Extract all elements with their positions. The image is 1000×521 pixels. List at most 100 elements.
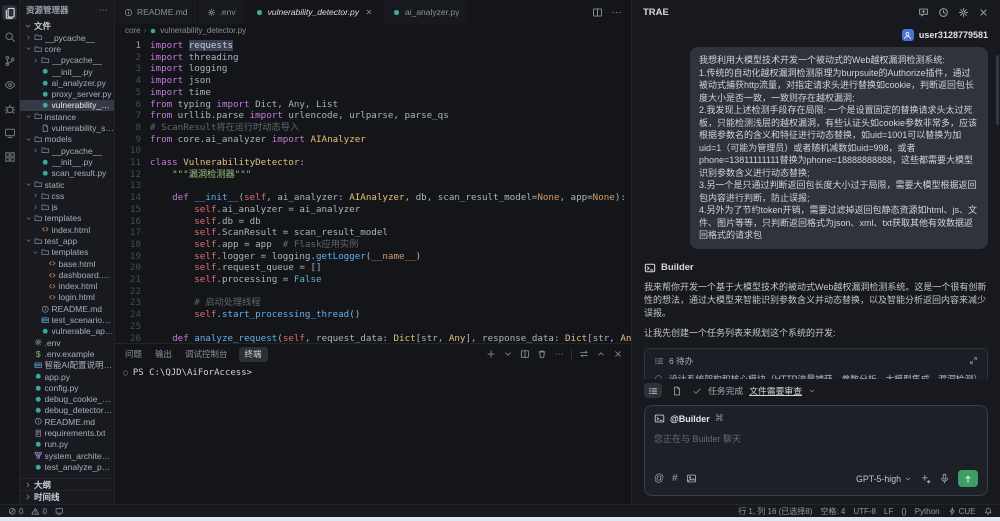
microphone-icon[interactable] bbox=[939, 473, 950, 484]
timeline-section-header[interactable]: 时间线 bbox=[20, 490, 114, 502]
terminal[interactable]: ○PS C:\QJD\AiForAccess> bbox=[115, 364, 631, 504]
status-item[interactable]: 0 bbox=[31, 507, 46, 516]
editor-tab[interactable]: README.md bbox=[115, 0, 198, 24]
status-item[interactable]: 空格: 4 bbox=[820, 506, 845, 517]
status-item[interactable]: {} bbox=[901, 507, 906, 516]
code-editor[interactable]: 1import requests2import threading3import… bbox=[115, 37, 631, 343]
tree-item[interactable]: vulnerable_app.py bbox=[20, 326, 114, 337]
tree-item[interactable]: app.py bbox=[20, 371, 114, 382]
tree-item[interactable]: 智能AI配置说明.md bbox=[20, 360, 114, 371]
builder-mention[interactable]: @Builder bbox=[670, 414, 710, 424]
tree-item[interactable]: ai_analyzer.py bbox=[20, 77, 114, 88]
sidebar-more-button[interactable] bbox=[98, 5, 108, 15]
chat-scrollbar[interactable] bbox=[996, 55, 999, 125]
trash-icon[interactable] bbox=[537, 349, 547, 359]
tree-item[interactable]: $.env.example bbox=[20, 348, 114, 359]
chat-plus-icon[interactable] bbox=[918, 7, 929, 18]
tree-item[interactable]: README.md bbox=[20, 303, 114, 314]
tree-item[interactable]: index.html bbox=[20, 224, 114, 235]
more-icon[interactable] bbox=[611, 7, 622, 18]
tree-item[interactable]: js bbox=[20, 201, 114, 212]
tree-item[interactable]: system_architecture_d... bbox=[20, 450, 114, 461]
tree-item[interactable]: static bbox=[20, 179, 114, 190]
activity-bar-item-screen[interactable] bbox=[2, 125, 17, 140]
tree-item[interactable]: login.html bbox=[20, 292, 114, 303]
tree-item[interactable]: __init__.py bbox=[20, 156, 114, 167]
tree-item[interactable]: __pycache__ bbox=[20, 145, 114, 156]
tree-item[interactable]: templates bbox=[20, 213, 114, 224]
editor-tab[interactable]: .env bbox=[198, 0, 246, 24]
status-item[interactable]: CUE bbox=[948, 507, 976, 516]
tree-item[interactable]: __pycache__ bbox=[20, 55, 114, 66]
sparkle-plus-icon[interactable] bbox=[920, 473, 931, 484]
tree-item[interactable]: requirements.txt bbox=[20, 427, 114, 438]
tree-item[interactable]: templates bbox=[20, 247, 114, 258]
tree-item[interactable]: test_analyze_paramet... bbox=[20, 461, 114, 472]
panel-tab[interactable]: 调试控制台 bbox=[183, 347, 230, 361]
activity-bar-item-eye[interactable] bbox=[2, 77, 17, 92]
status-item[interactable] bbox=[984, 507, 993, 516]
activity-bar-item-extensions[interactable] bbox=[2, 149, 17, 164]
tree-item[interactable]: css bbox=[20, 190, 114, 201]
tree-item[interactable]: proxy_server.py bbox=[20, 88, 114, 99]
tree-item[interactable]: run.py bbox=[20, 439, 114, 450]
chat-input[interactable]: 您正在与 Builder 聊天 bbox=[654, 432, 978, 470]
status-item[interactable] bbox=[55, 507, 64, 516]
swap-icon[interactable] bbox=[579, 349, 589, 359]
status-item[interactable]: LF bbox=[884, 507, 893, 516]
breadcrumb[interactable]: core›vulnerability_detector.py bbox=[115, 24, 631, 37]
close-icon[interactable] bbox=[365, 8, 373, 16]
tree-item[interactable]: dashboard.html bbox=[20, 269, 114, 280]
status-item[interactable]: 0 bbox=[8, 507, 23, 516]
panel-tab[interactable]: 终端 bbox=[239, 347, 268, 362]
files-section-header[interactable]: 文件 bbox=[20, 20, 114, 32]
activity-bar-item-bug[interactable] bbox=[2, 101, 17, 116]
context-button[interactable]: # bbox=[672, 473, 678, 484]
expand-icon[interactable] bbox=[969, 356, 978, 365]
document-button[interactable] bbox=[668, 383, 686, 398]
gear-icon[interactable] bbox=[958, 7, 969, 18]
more-icon[interactable] bbox=[554, 349, 564, 359]
activity-bar-item-search[interactable] bbox=[2, 29, 17, 44]
tree-item[interactable]: vulnerability_scann... bbox=[20, 122, 114, 133]
review-files-link[interactable]: 文件需要审查 bbox=[749, 384, 802, 397]
tree-item[interactable]: core bbox=[20, 43, 114, 54]
tree-item[interactable]: __pycache__ bbox=[20, 32, 114, 43]
outline-section-header[interactable]: 大纲 bbox=[20, 478, 114, 490]
tree-item[interactable]: __init__.py bbox=[20, 66, 114, 77]
panel-tab[interactable]: 输出 bbox=[153, 347, 174, 361]
split-icon[interactable] bbox=[520, 349, 530, 359]
panel-tab[interactable]: 问题 bbox=[123, 347, 144, 361]
tree-item[interactable]: vulnerability_detect... bbox=[20, 100, 114, 111]
status-item[interactable]: 行 1, 列 16 (已选择8) bbox=[738, 506, 812, 517]
status-item[interactable]: Python bbox=[915, 507, 940, 516]
close-icon[interactable] bbox=[978, 7, 989, 18]
mention-button[interactable]: @ bbox=[654, 473, 664, 484]
tree-item[interactable]: models bbox=[20, 134, 114, 145]
tree-item[interactable]: config.py bbox=[20, 382, 114, 393]
activity-bar-item-explorer[interactable] bbox=[2, 5, 17, 20]
task-list-toggle-button[interactable] bbox=[644, 383, 662, 398]
editor-tab[interactable]: vulnerability_detector.py bbox=[246, 0, 383, 24]
split-icon[interactable] bbox=[592, 7, 603, 18]
todo-item[interactable]: 设计系统架构和核心模块（HTTP流量捕获、参数分析、大模型集成、漏洞检测） bbox=[654, 374, 978, 380]
tree-item[interactable]: debug_cookie_detecti... bbox=[20, 394, 114, 405]
chevron-down-icon[interactable] bbox=[503, 349, 513, 359]
tree-item[interactable]: debug_detector_queu... bbox=[20, 405, 114, 416]
activity-bar-item-source-control[interactable] bbox=[2, 53, 17, 68]
history-icon[interactable] bbox=[938, 7, 949, 18]
tree-item[interactable]: instance bbox=[20, 111, 114, 122]
status-item[interactable]: UTF-8 bbox=[853, 507, 876, 516]
breadcrumb-item[interactable]: vulnerability_detector.py bbox=[160, 26, 246, 35]
editor-tab[interactable]: ai_analyzer.py bbox=[383, 0, 469, 24]
tree-item[interactable]: scan_result.py bbox=[20, 168, 114, 179]
model-selector[interactable]: GPT-5-high bbox=[856, 474, 912, 484]
todo-card-header[interactable]: 6 待办 bbox=[654, 355, 978, 367]
plus-icon[interactable] bbox=[486, 349, 496, 359]
close-icon[interactable] bbox=[613, 349, 623, 359]
tree-item[interactable]: test_scenarios.md bbox=[20, 314, 114, 325]
tree-item[interactable]: .env bbox=[20, 337, 114, 348]
tree-item[interactable]: README.md bbox=[20, 416, 114, 427]
image-icon[interactable] bbox=[686, 473, 697, 484]
tree-item[interactable]: base.html bbox=[20, 258, 114, 269]
